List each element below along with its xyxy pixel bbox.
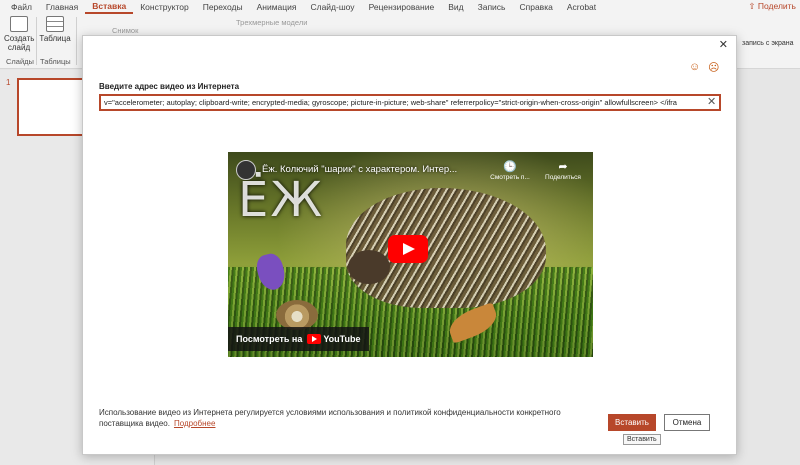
group-label-tables: Таблицы bbox=[40, 57, 71, 66]
video-preview[interactable]: ЁЖ Ёж. Колючий "шарик" с характером. Инт… bbox=[228, 152, 593, 357]
new-slide-label: Создать слайд bbox=[4, 34, 35, 52]
terms-text: Использование видео из Интернета регулир… bbox=[99, 408, 561, 428]
table-icon bbox=[46, 16, 64, 32]
tab-view[interactable]: Вид bbox=[441, 2, 470, 12]
video-share-button[interactable]: ➦ Поделиться bbox=[538, 160, 588, 181]
insert-tooltip: Вставить bbox=[623, 434, 661, 445]
clock-icon: 🕒 bbox=[503, 161, 517, 173]
tab-design[interactable]: Конструктор bbox=[133, 2, 195, 12]
video-url-input[interactable]: v="accelerometer; autoplay; clipboard-wr… bbox=[99, 94, 721, 111]
screenshot-button[interactable]: Снимок bbox=[112, 26, 138, 35]
learn-more-link[interactable]: Подробнее bbox=[174, 419, 216, 428]
watch-on-youtube-button[interactable]: Посмотреть на YouTube bbox=[228, 327, 369, 351]
terms-notice: Использование видео из Интернета регулир… bbox=[99, 407, 599, 429]
table-label: Таблица bbox=[39, 34, 71, 43]
slide-number: 1 bbox=[6, 78, 11, 87]
channel-avatar[interactable] bbox=[236, 160, 256, 180]
ribbon-separator bbox=[36, 17, 37, 65]
cancel-button[interactable]: Отмена bbox=[664, 414, 710, 431]
online-video-dialog: ✕ ☺ ☹ Введите адрес видео из Интернета v… bbox=[82, 35, 737, 455]
share-arrow-icon: ➦ bbox=[558, 161, 568, 173]
hedgehog-image bbox=[346, 188, 546, 308]
watch-on-label: Посмотреть на bbox=[236, 334, 303, 344]
frown-feedback-icon[interactable]: ☹ bbox=[708, 61, 719, 74]
play-icon[interactable] bbox=[388, 235, 428, 263]
youtube-icon bbox=[307, 334, 322, 344]
group-label-slides: Слайды bbox=[6, 57, 34, 66]
tab-home[interactable]: Главная bbox=[39, 2, 85, 12]
share-button[interactable]: Поделить bbox=[748, 1, 796, 12]
smile-feedback-icon[interactable]: ☺ bbox=[689, 61, 700, 73]
new-slide-icon bbox=[10, 16, 28, 32]
tab-acrobat[interactable]: Acrobat bbox=[560, 2, 603, 12]
tab-help[interactable]: Справка bbox=[512, 2, 559, 12]
tab-transitions[interactable]: Переходы bbox=[196, 2, 250, 12]
youtube-logo: YouTube bbox=[307, 334, 361, 344]
tab-slideshow[interactable]: Слайд-шоу bbox=[303, 2, 361, 12]
table-button[interactable]: Таблица bbox=[38, 16, 72, 43]
3d-models-button[interactable]: Трехмерные модели bbox=[236, 18, 307, 27]
ribbon-tabs: Файл Главная Вставка Конструктор Переход… bbox=[0, 0, 800, 14]
video-share-label: Поделиться bbox=[545, 174, 581, 181]
watch-later-label: Смотреть п... bbox=[490, 174, 530, 181]
video-big-title: ЁЖ bbox=[238, 172, 325, 228]
insert-button[interactable]: Вставить bbox=[608, 414, 656, 431]
tab-review[interactable]: Рецензирование bbox=[362, 2, 442, 12]
tab-record[interactable]: Запись bbox=[471, 2, 513, 12]
url-field-label: Введите адрес видео из Интернета bbox=[99, 82, 240, 91]
tab-insert[interactable]: Вставка bbox=[85, 0, 134, 14]
close-icon[interactable]: ✕ bbox=[719, 38, 728, 51]
tab-animations[interactable]: Анимация bbox=[250, 2, 304, 12]
tab-file[interactable]: Файл bbox=[4, 2, 39, 12]
snail-image bbox=[276, 300, 318, 330]
youtube-wordmark: YouTube bbox=[323, 334, 361, 344]
new-slide-button[interactable]: Создать слайд bbox=[4, 16, 34, 52]
ribbon-separator bbox=[76, 17, 77, 65]
clear-input-icon[interactable]: ✕ bbox=[707, 96, 716, 108]
hedgehog-snout bbox=[348, 250, 390, 284]
screen-recording-button[interactable]: запись с экрана bbox=[742, 40, 794, 47]
video-title[interactable]: Ёж. Колючий "шарик" с характером. Интер.… bbox=[262, 164, 457, 175]
watch-later-button[interactable]: 🕒 Смотреть п... bbox=[490, 160, 530, 181]
